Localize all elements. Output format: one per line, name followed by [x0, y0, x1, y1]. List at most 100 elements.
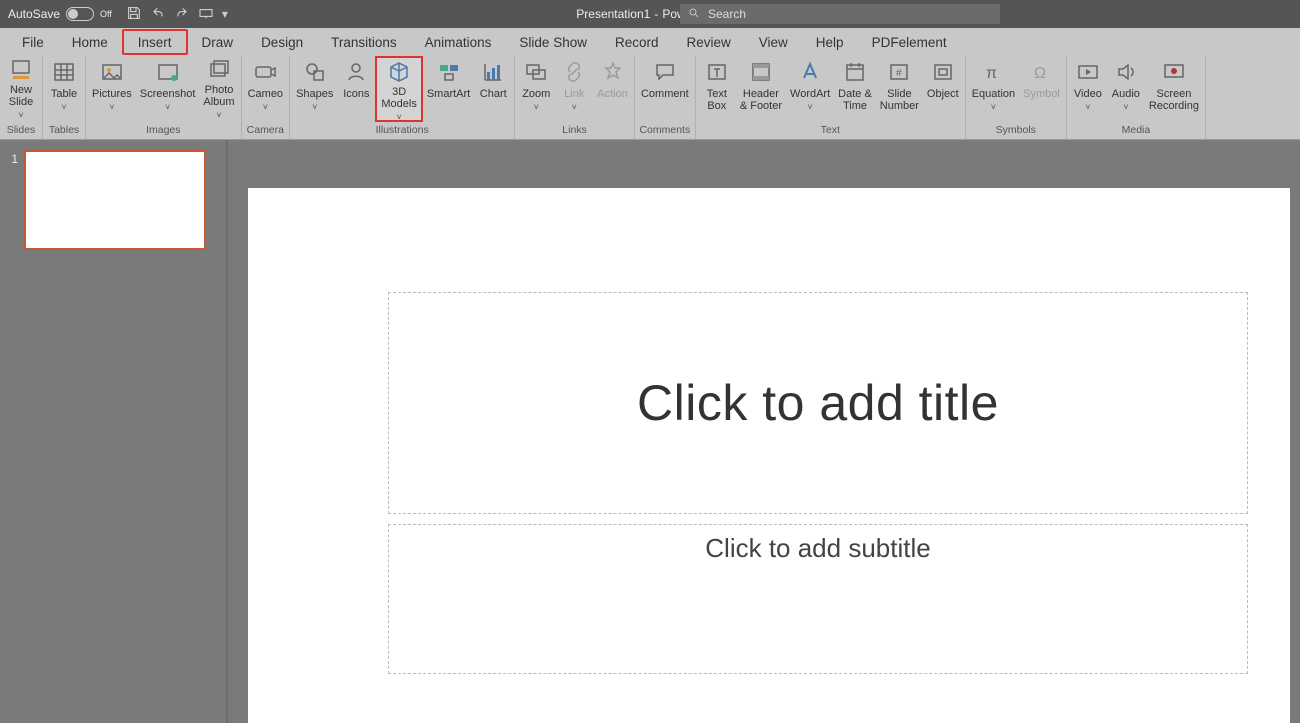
- tab-review[interactable]: Review: [673, 28, 745, 56]
- autosave-label: AutoSave: [8, 7, 60, 21]
- slide-thumbnail[interactable]: [24, 150, 206, 250]
- video-icon: [1074, 58, 1102, 86]
- search-icon: [688, 7, 700, 22]
- icons-button[interactable]: Icons: [337, 56, 375, 122]
- equation-icon: π: [979, 58, 1007, 86]
- group-label: Camera: [244, 122, 287, 138]
- tab-file[interactable]: File: [8, 28, 58, 56]
- tab-pdfelement[interactable]: PDFelement: [858, 28, 961, 56]
- comment-button[interactable]: Comment: [637, 56, 693, 122]
- 3d-models-icon: [385, 60, 413, 84]
- symbol-icon: Ω: [1028, 58, 1056, 86]
- tab-transitions[interactable]: Transitions: [317, 28, 411, 56]
- tab-help[interactable]: Help: [802, 28, 858, 56]
- table-button[interactable]: Table ˅: [45, 56, 83, 122]
- object-button[interactable]: Object: [923, 56, 963, 122]
- text-box-icon: [703, 58, 731, 86]
- group-label: Text: [698, 122, 963, 138]
- action-button[interactable]: Action: [593, 56, 632, 122]
- action-icon: [599, 58, 627, 86]
- undo-icon[interactable]: [150, 5, 166, 24]
- wordart-icon: [796, 58, 824, 86]
- group-images: Pictures ˅ Screenshot ˅ Photo Album ˅ Im…: [86, 56, 242, 139]
- 3d-models-button[interactable]: 3D Models ˅: [375, 56, 422, 122]
- object-icon: [929, 58, 957, 86]
- group-symbols: π Equation ˅ Ω Symbol Symbols: [966, 56, 1067, 139]
- title-bar: AutoSave Off ▾ Presentation1 - PowerPoin…: [0, 0, 1300, 28]
- search-placeholder: Search: [708, 7, 746, 21]
- text-box-button[interactable]: Text Box: [698, 56, 736, 122]
- chevron-down-icon: ˅: [1085, 102, 1090, 112]
- shapes-icon: [301, 58, 329, 86]
- audio-button[interactable]: Audio ˅: [1107, 56, 1145, 122]
- smartart-button[interactable]: SmartArt: [423, 56, 474, 122]
- autosave-state: Off: [100, 9, 112, 19]
- screen-recording-button[interactable]: Screen Recording: [1145, 56, 1203, 122]
- tab-draw[interactable]: Draw: [188, 28, 248, 56]
- chevron-down-icon: ˅: [396, 112, 401, 122]
- tab-insert[interactable]: Insert: [122, 29, 188, 55]
- shapes-button[interactable]: Shapes ˅: [292, 56, 337, 122]
- doc-name: Presentation1: [576, 7, 650, 21]
- screenshot-button[interactable]: Screenshot ˅: [136, 56, 200, 122]
- chevron-down-icon: ˅: [18, 110, 23, 120]
- wordart-button[interactable]: WordArt ˅: [786, 56, 834, 122]
- slide-canvas[interactable]: Click to add title Click to add subtitle: [248, 188, 1290, 723]
- chevron-down-icon: ˅: [807, 102, 812, 112]
- screen-recording-icon: [1160, 58, 1188, 86]
- header-footer-icon: [747, 58, 775, 86]
- chevron-down-icon: ˅: [312, 102, 317, 112]
- qat-more-icon[interactable]: ▾: [222, 7, 228, 21]
- pictures-button[interactable]: Pictures ˅: [88, 56, 136, 122]
- video-button[interactable]: Video ˅: [1069, 56, 1107, 122]
- tab-slideshow[interactable]: Slide Show: [505, 28, 601, 56]
- header-footer-button[interactable]: Header & Footer: [736, 56, 786, 122]
- slide-number-button[interactable]: # Slide Number: [876, 56, 923, 122]
- group-illustrations: Shapes ˅ Icons 3D Models ˅ SmartArt Char…: [290, 56, 515, 139]
- smartart-icon: [435, 58, 463, 86]
- slide-number: 1: [6, 150, 18, 713]
- chevron-down-icon: ˅: [216, 110, 221, 120]
- link-icon: [560, 58, 588, 86]
- chevron-down-icon: ˅: [109, 102, 114, 112]
- group-slides: New Slide ˅ Slides: [0, 56, 43, 139]
- tab-animations[interactable]: Animations: [411, 28, 506, 56]
- slide-number-icon: #: [885, 58, 913, 86]
- cameo-button[interactable]: Cameo ˅: [244, 56, 287, 122]
- group-comments: Comment Comments: [635, 56, 696, 139]
- photo-album-button[interactable]: Photo Album ˅: [199, 56, 238, 122]
- group-label: Links: [517, 122, 632, 138]
- work-area: 1 Click to add title Click to add subtit…: [0, 140, 1300, 723]
- svg-text:π: π: [986, 65, 997, 82]
- link-button[interactable]: Link ˅: [555, 56, 593, 122]
- equation-button[interactable]: π Equation ˅: [968, 56, 1019, 122]
- subtitle-placeholder[interactable]: Click to add subtitle: [388, 524, 1248, 674]
- ribbon: New Slide ˅ Slides Table ˅ Tables Pictur…: [0, 56, 1300, 140]
- redo-icon[interactable]: [174, 5, 190, 24]
- chart-button[interactable]: Chart: [474, 56, 512, 122]
- from-beginning-icon[interactable]: [198, 5, 214, 24]
- chevron-down-icon: ˅: [263, 102, 268, 112]
- symbol-button[interactable]: Ω Symbol: [1019, 56, 1064, 122]
- tab-record[interactable]: Record: [601, 28, 673, 56]
- title-placeholder-text: Click to add title: [637, 374, 999, 432]
- autosave-control[interactable]: AutoSave Off: [0, 7, 120, 21]
- tab-design[interactable]: Design: [247, 28, 317, 56]
- title-placeholder[interactable]: Click to add title: [388, 292, 1248, 514]
- zoom-button[interactable]: Zoom ˅: [517, 56, 555, 122]
- group-media: Video ˅ Audio ˅ Screen Recording Media: [1067, 56, 1206, 139]
- new-slide-button[interactable]: New Slide ˅: [2, 56, 40, 122]
- chart-icon: [479, 58, 507, 86]
- chevron-down-icon: ˅: [534, 102, 539, 112]
- search-box[interactable]: Search: [680, 4, 1000, 24]
- tab-view[interactable]: View: [745, 28, 802, 56]
- date-time-button[interactable]: Date & Time: [834, 56, 876, 122]
- autosave-toggle[interactable]: [66, 7, 94, 21]
- subtitle-placeholder-text: Click to add subtitle: [705, 533, 930, 564]
- group-tables: Table ˅ Tables: [43, 56, 86, 139]
- tab-home[interactable]: Home: [58, 28, 122, 56]
- save-icon[interactable]: [126, 5, 142, 24]
- group-label: Comments: [637, 122, 693, 138]
- slide-thumbnail-panel: 1: [0, 140, 228, 723]
- group-label: Slides: [2, 122, 40, 138]
